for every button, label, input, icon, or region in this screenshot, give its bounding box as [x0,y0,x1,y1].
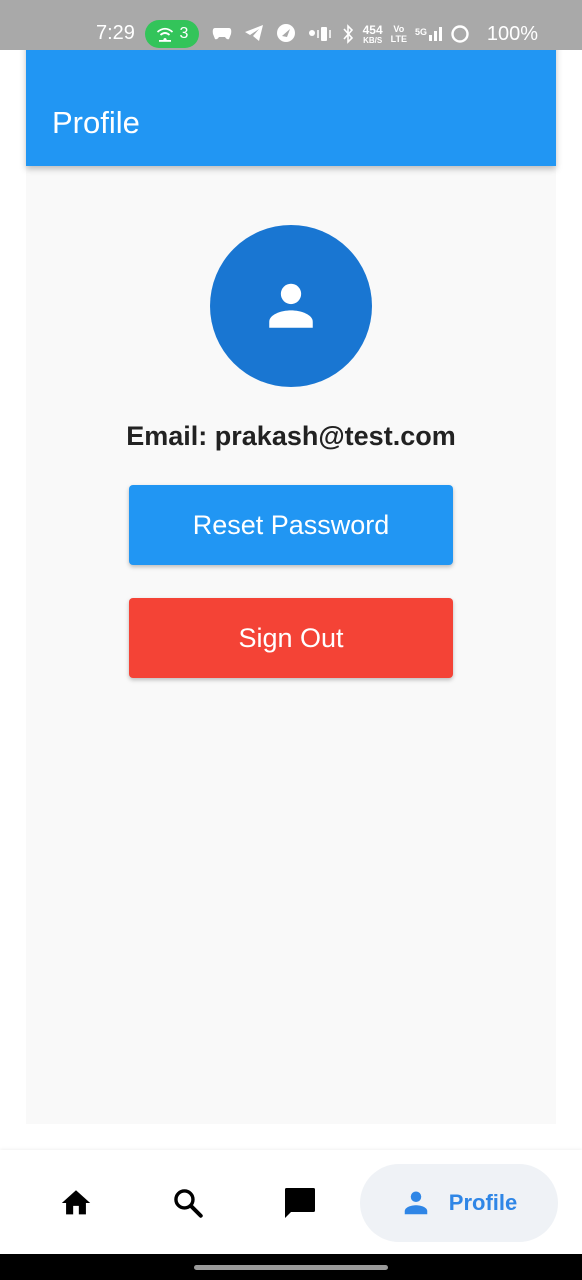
nav-item-profile[interactable]: Profile [360,1164,558,1242]
user-email: Email: prakash@test.com [126,421,456,451]
network-speed: 454 KB/S [362,22,383,45]
battery-ring-icon [451,25,469,43]
home-icon [61,1190,91,1215]
nav-item-search[interactable] [152,1164,224,1242]
search-icon [174,1189,203,1218]
person-icon [404,1191,428,1215]
hotspot-indicator: 3 [145,20,199,48]
system-icons: 454 KB/S Vo LTE 5G [315,22,470,46]
vibrate-icon [316,27,331,41]
hotspot-icon [156,27,173,42]
page-title: Profile [52,105,140,140]
volte-indicator: Vo LTE [390,24,407,44]
bottom-navigation: Profile [0,1150,582,1254]
status-bar: 7:29 3 454 KB/S Vo LTE 5G 100% [0,0,582,50]
status-time: 7:29 [96,22,135,44]
signal-icon: 5G [415,27,442,41]
battery-percentage: 100% [486,23,538,45]
navigation-app-icon [277,24,295,42]
nav-item-home[interactable] [40,1164,112,1242]
app-frame: Profile Email: prakash@test.com Reset Pa… [26,26,556,1124]
bluetooth-icon [343,24,353,44]
hotspot-count: 3 [179,25,189,42]
game-controller-icon [212,28,232,40]
home-indicator[interactable] [194,1265,388,1270]
avatar [210,225,372,387]
nav-item-profile-label: Profile [448,1190,518,1215]
notification-icons [212,22,316,44]
chat-icon [285,1188,315,1218]
person-icon [269,283,313,328]
nav-item-messages[interactable] [264,1164,336,1242]
sign-out-button[interactable]: Sign Out [129,598,453,678]
system-navigation-bar [0,1254,582,1280]
telegram-icon [245,25,263,41]
reset-password-button[interactable]: Reset Password [129,485,453,565]
